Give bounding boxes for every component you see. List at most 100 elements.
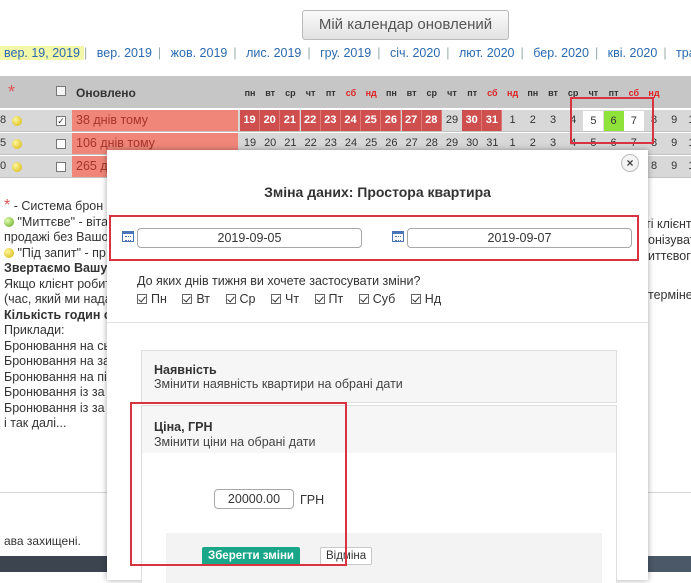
required-star-icon: * — [8, 82, 16, 102]
day-cell[interactable]: 3 — [543, 110, 563, 131]
row-checkbox[interactable]: ✓ — [56, 116, 66, 126]
select-all-checkbox[interactable] — [56, 86, 66, 96]
weekday-header: ср — [567, 88, 579, 98]
month-link[interactable]: лис. 2019 — [240, 46, 307, 60]
day-cell[interactable]: 19 — [240, 110, 260, 131]
price-input[interactable]: 20000.00 — [214, 489, 294, 509]
calendar-icon — [392, 231, 404, 242]
day-cell[interactable]: 8 — [644, 110, 664, 131]
weekday-option-sat[interactable]: Суб — [358, 292, 395, 306]
row-number: 0 — [0, 160, 7, 172]
weekday-header: чт — [588, 88, 599, 98]
day-cell[interactable]: 26 — [381, 110, 402, 131]
weekday-option-fri[interactable]: Пт — [314, 292, 343, 306]
weekdays-question: До яких днів тижня ви хочете застосувати… — [137, 274, 421, 288]
cancel-button[interactable]: Відміна — [320, 547, 373, 565]
month-link[interactable]: вер. 2019 — [91, 46, 158, 60]
save-changes-button[interactable]: Зберегти зміни — [202, 547, 300, 565]
price-panel[interactable]: Ціна, ГРН Змінити ціни на обрані дати — [141, 405, 617, 454]
day-cell[interactable]: 10 — [684, 133, 691, 154]
day-cell[interactable]: 1 — [503, 110, 523, 131]
month-link[interactable]: тра. 2020 — [670, 46, 691, 60]
weekday-header: вт — [548, 88, 558, 98]
close-modal-button[interactable]: × — [621, 154, 639, 172]
month-link[interactable]: жов. 2019 — [165, 46, 234, 60]
checkbox-checked-icon[interactable] — [182, 294, 193, 304]
weekday-header: нд — [507, 88, 519, 98]
row-number: 5 — [0, 137, 7, 149]
weekday-option-tue[interactable]: Вт — [182, 292, 210, 306]
info-text-fragment: ті клієнт — [645, 217, 691, 231]
day-cell[interactable]: 9 — [664, 133, 684, 154]
month-link[interactable]: січ. 2020 — [384, 46, 446, 60]
day-cell[interactable]: 10 — [684, 110, 691, 131]
day-cell[interactable]: 2 — [523, 110, 543, 131]
my-calendar-button[interactable]: Мій календар оновлений — [302, 10, 509, 40]
day-cell[interactable]: 31 — [482, 110, 503, 131]
asterisk-icon: * — [4, 197, 11, 214]
day-cell[interactable]: 21 — [280, 110, 301, 131]
weekday-header: пт — [608, 88, 619, 98]
weekday-header: сб — [628, 88, 640, 98]
checkbox-checked-icon[interactable] — [410, 294, 421, 304]
checkbox-checked-icon[interactable] — [225, 294, 236, 304]
weekday-option-sun[interactable]: Нд — [410, 292, 441, 306]
day-cell[interactable]: 6 — [603, 111, 624, 131]
weekday-option-mon[interactable]: Пн — [137, 292, 167, 306]
checkbox-checked-icon[interactable] — [270, 294, 281, 304]
day-cell[interactable]: 27 — [401, 110, 422, 131]
row-checkbox[interactable] — [56, 139, 66, 149]
info-text-fragment: терміне — [648, 288, 691, 302]
updated-cell: 38 днів тому — [72, 110, 238, 131]
month-link-current[interactable]: вер. 19, 2019 — [0, 46, 85, 60]
weekday-option-wed[interactable]: Ср — [225, 292, 256, 306]
action-bar: Зберегти зміни Відміна — [166, 533, 602, 583]
info-text-fragment: онізуват — [648, 233, 691, 247]
updated-column-header: Оновлено — [76, 86, 136, 100]
weekday-header: ср — [285, 88, 296, 98]
weekday-header: пт — [325, 88, 336, 98]
weekday-header: вт — [265, 88, 276, 98]
date-to-input[interactable]: 2019-09-07 — [407, 228, 632, 248]
month-link[interactable]: кві. 2020 — [602, 46, 664, 60]
month-link[interactable]: бер. 2020 — [527, 46, 595, 60]
day-cell[interactable]: 22 — [300, 110, 321, 131]
day-cell[interactable]: 20 — [260, 110, 281, 131]
availability-subtitle: Змінити наявність квартири на обрані дат… — [154, 377, 403, 391]
weekday-header: нд — [365, 88, 377, 98]
day-cell[interactable]: 29 — [442, 110, 462, 131]
calendar-icon — [122, 231, 134, 242]
availability-panel[interactable]: Наявність Змінити наявність квартири на … — [141, 350, 617, 403]
footer-bar-accent — [648, 556, 691, 572]
weekday-header: пн — [527, 88, 539, 98]
day-cell[interactable]: 23 — [320, 110, 341, 131]
day-cell[interactable]: 4 — [563, 110, 583, 131]
price-subtitle: Змінити ціни на обрані дати — [154, 435, 316, 449]
apartment-row[interactable]: 8 ✓ 38 днів тому 19 20 21 22 23 24 25 26 27 28 29 30 31… — [0, 110, 691, 132]
weekday-header: пн — [244, 88, 256, 98]
status-dot-icon — [12, 139, 22, 149]
weekday-option-thu[interactable]: Чт — [270, 292, 299, 306]
month-nav: вер. 19, 2019 | вер. 2019 | жов. 2019 | лис… — [0, 46, 691, 62]
checkbox-checked-icon[interactable] — [137, 294, 147, 304]
day-cell[interactable]: 9 — [664, 110, 684, 131]
calendar-grid-header: * Оновлено пн вт ср чт пт сб нд пн вт ср чт пт сб нд п… — [0, 76, 691, 108]
weekday-header: чт — [305, 88, 316, 98]
day-cell[interactable]: 25 — [361, 110, 382, 131]
day-cell[interactable]: 10 — [684, 156, 691, 177]
day-cell[interactable]: 5 — [583, 111, 604, 131]
day-cell[interactable]: 9 — [664, 156, 684, 177]
date-from-input[interactable]: 2019-09-05 — [137, 228, 362, 248]
month-link[interactable]: лют. 2020 — [453, 46, 521, 60]
weekday-header: нд — [648, 88, 660, 98]
modal-title: Зміна даних: Простора квартира — [264, 184, 491, 200]
row-checkbox[interactable] — [56, 162, 66, 172]
price-title: Ціна, ГРН — [154, 420, 213, 434]
day-cell[interactable]: 24 — [341, 110, 361, 131]
checkbox-checked-icon[interactable] — [358, 294, 369, 304]
day-cell[interactable]: 28 — [421, 110, 442, 131]
checkbox-checked-icon[interactable] — [314, 294, 325, 304]
day-cell[interactable]: 7 — [623, 111, 644, 131]
day-cell[interactable]: 30 — [462, 110, 483, 131]
month-link[interactable]: гру. 2019 — [314, 46, 377, 60]
